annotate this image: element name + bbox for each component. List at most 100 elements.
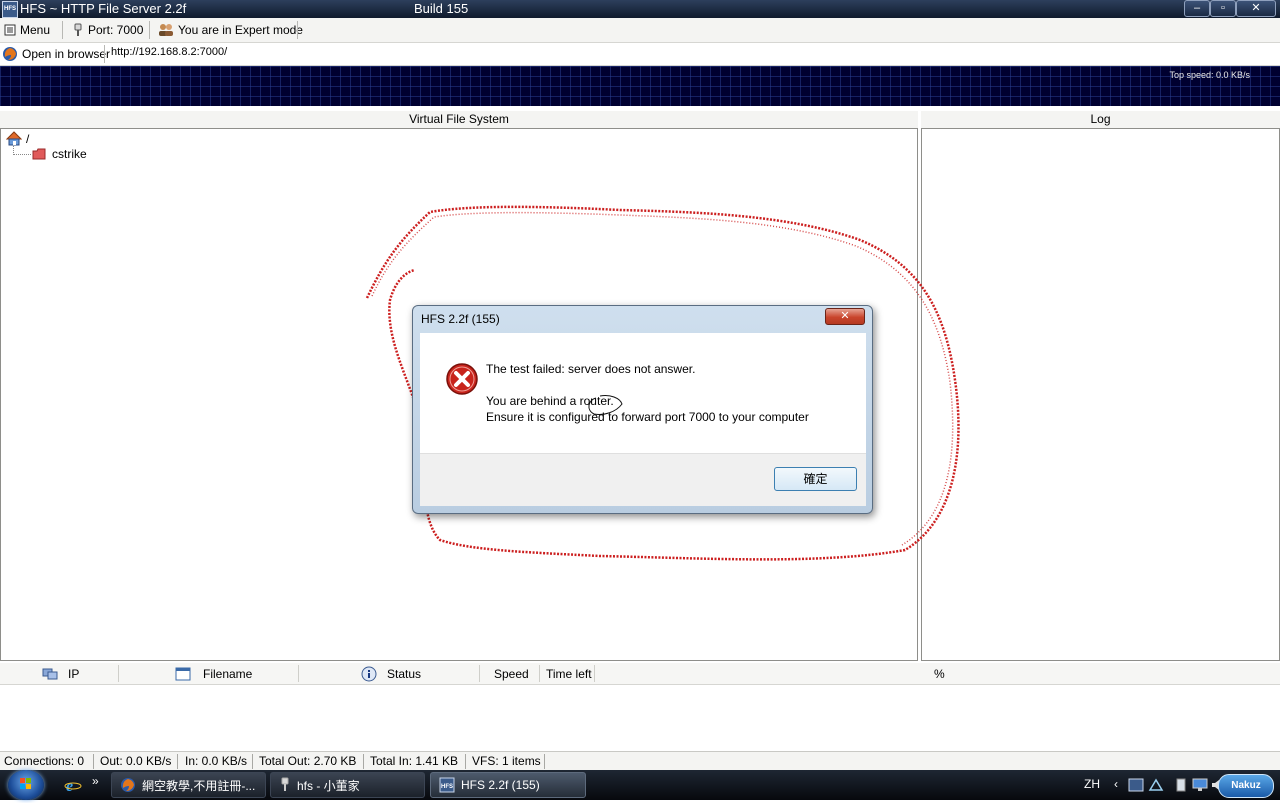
window-title-bar[interactable]: HFS HFS ~ HTTP File Server 2.2f Build 15… — [0, 0, 1280, 18]
dialog-message-line1: The test failed: server does not answer. — [486, 362, 696, 376]
error-dialog[interactable]: HFS 2.2f (155) ✕ The test failed: server… — [412, 305, 873, 514]
build-label: Build 155 — [414, 1, 469, 16]
taskbar-item-hfs-web[interactable]: hfs - 小董家 — [270, 772, 425, 798]
users-icon — [159, 24, 173, 36]
taskbar-item-firefox[interactable]: 網空教學,不用註冊-... — [111, 772, 266, 798]
top-speed-label: Top speed: 0.0 KB/s — [1169, 70, 1250, 80]
status-separator — [544, 754, 545, 769]
status-separator — [177, 754, 178, 769]
firefox-icon — [3, 47, 17, 61]
status-separator — [252, 754, 253, 769]
quicklaunch-chevron[interactable]: » — [92, 774, 99, 788]
url-bar: Open in browser http://192.168.8.2:7000/ — [0, 43, 1280, 66]
window-icon — [175, 667, 191, 680]
folder-label: cstrike — [52, 147, 87, 161]
column-ip[interactable]: IP — [42, 665, 79, 682]
windows-logo-icon — [20, 778, 31, 789]
transfer-list[interactable] — [0, 685, 1280, 750]
taskbar-item-label: 網空教學,不用註冊-... — [142, 778, 256, 793]
menu-icon — [4, 24, 16, 36]
window-title: HFS ~ HTTP File Server 2.2f — [20, 1, 187, 16]
vfs-root-label: / — [26, 131, 30, 146]
column-speed-label: Speed — [494, 666, 529, 681]
network-icon — [42, 668, 58, 679]
status-separator — [465, 754, 466, 769]
vfs-header: Virtual File System — [0, 111, 918, 128]
toolbar-separator — [62, 21, 63, 39]
status-separator — [93, 754, 94, 769]
url-field[interactable]: http://192.168.8.2:7000/ — [111, 46, 227, 58]
ok-button[interactable]: 確定 — [774, 467, 857, 491]
expert-mode-button[interactable]: You are in Expert mode — [158, 21, 303, 39]
home-icon — [6, 131, 22, 146]
taskbar-item-hfs-dialog[interactable]: HFS HFS 2.2f (155) — [430, 772, 586, 798]
status-vfs: VFS: 1 items — [472, 754, 541, 768]
black-scribble-annotation — [588, 395, 623, 415]
status-bar: Connections: 0 Out: 0.0 KB/s In: 0.0 KB/… — [0, 751, 1280, 770]
svg-text:e: e — [66, 778, 73, 793]
open-in-browser-button[interactable]: Open in browser — [2, 45, 110, 63]
transfer-list-header: IP Filename Status Speed Time left % — [0, 663, 1280, 685]
nakuz-logo: Nakuz — [1218, 774, 1274, 798]
column-ip-label: IP — [68, 666, 80, 681]
minimize-button[interactable]: – — [1184, 0, 1210, 17]
monitor-tray-icon[interactable] — [1192, 778, 1208, 795]
dialog-title: HFS 2.2f (155) — [421, 312, 500, 326]
taskbar-item-label: hfs - 小董家 — [297, 778, 360, 793]
column-percent-label: % — [934, 666, 945, 681]
column-filename[interactable]: Filename — [175, 665, 252, 682]
vfs-folder-item[interactable]: cstrike — [32, 147, 87, 161]
dialog-footer: 確定 — [420, 453, 866, 506]
log-header: Log — [921, 111, 1280, 128]
expert-mode-label: You are in Expert mode — [178, 23, 303, 37]
column-separator — [479, 665, 480, 682]
log-pane[interactable] — [921, 128, 1280, 661]
port-label: Port: 7000 — [88, 23, 144, 37]
speed-graph: Top speed: 0.0 KB/s — [0, 66, 1280, 106]
port-button[interactable]: Port: 7000 — [72, 21, 143, 39]
column-percent[interactable]: % — [934, 665, 945, 682]
column-separator — [539, 665, 540, 682]
maximize-button[interactable]: ▫ — [1210, 0, 1236, 17]
column-separator — [594, 665, 595, 682]
column-speed[interactable]: Speed — [494, 665, 529, 682]
url-separator — [104, 45, 105, 63]
ie-quicklaunch-icon[interactable]: e — [64, 777, 82, 796]
error-icon — [446, 363, 478, 395]
column-status[interactable]: Status — [361, 665, 421, 682]
folder-icon — [32, 148, 46, 160]
status-total-in: Total In: 1.41 KB — [370, 754, 459, 768]
column-time-left[interactable]: Time left — [546, 665, 592, 682]
dialog-message-line3: Ensure it is configured to forward port … — [486, 410, 809, 424]
close-button[interactable]: ✕ — [1236, 0, 1276, 17]
vfs-root-item[interactable]: / — [6, 131, 29, 146]
tray-expand-chevron[interactable]: ‹ — [1114, 777, 1118, 791]
status-connections: Connections: 0 — [4, 754, 85, 768]
network-tray-icon[interactable] — [1148, 778, 1164, 795]
svg-text:HFS: HFS — [441, 784, 453, 790]
language-indicator[interactable]: ZH — [1084, 777, 1100, 791]
dialog-close-button[interactable]: ✕ — [825, 308, 865, 325]
hfs-tray-icon[interactable] — [1128, 778, 1144, 795]
plug-icon — [281, 777, 289, 791]
firefox-icon — [121, 778, 135, 792]
column-filename-label: Filename — [203, 666, 253, 681]
toolbar-separator — [297, 21, 298, 39]
hfs-icon: HFS — [439, 777, 455, 793]
info-icon — [361, 666, 377, 681]
menu-label: Menu — [20, 23, 51, 37]
hfs-app-icon[interactable]: HFS — [2, 1, 18, 18]
column-time-left-label: Time left — [546, 666, 592, 681]
open-in-browser-label: Open in browser — [22, 47, 111, 61]
taskbar: e » 網空教學,不用註冊-... hfs - 小董家 HFS HFS 2.2f… — [0, 770, 1280, 800]
status-out: Out: 0.0 KB/s — [100, 754, 172, 768]
menu-button[interactable]: Menu — [4, 21, 50, 39]
status-separator — [363, 754, 364, 769]
main-toolbar: Menu Port: 7000 You are in Expert mode — [0, 18, 1280, 43]
device-tray-icon[interactable] — [1174, 778, 1188, 795]
column-status-label: Status — [387, 666, 422, 681]
status-in: In: 0.0 KB/s — [185, 754, 248, 768]
column-separator — [118, 665, 119, 682]
start-button[interactable] — [8, 770, 44, 800]
taskbar-item-label: HFS 2.2f (155) — [461, 778, 540, 792]
